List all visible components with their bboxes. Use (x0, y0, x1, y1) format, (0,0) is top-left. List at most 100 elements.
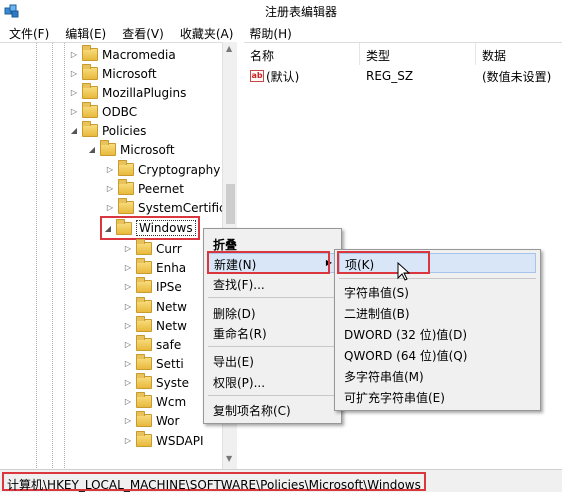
menu-view[interactable]: 查看(V) (113, 22, 171, 42)
folder-icon (136, 354, 152, 370)
menu-separator (208, 346, 337, 347)
scroll-up-icon[interactable]: ▲ (226, 44, 232, 53)
expand-arrow-icon[interactable]: ▷ (122, 378, 134, 387)
expand-arrow-icon[interactable]: ▷ (122, 302, 134, 311)
tree-item-ipsec[interactable]: ▷ IPSe (122, 277, 182, 296)
tree-item-label: WSDAPI (156, 433, 204, 448)
expand-arrow-icon[interactable]: ▷ (122, 436, 134, 445)
tree-item-label: Netw (156, 299, 187, 314)
expand-arrow-icon[interactable]: ▷ (104, 203, 116, 212)
expand-arrow-icon[interactable]: ▷ (122, 359, 134, 368)
tree-item-mozillaplugins[interactable]: ▷ MozillaPlugins (68, 83, 186, 102)
menu-favorites[interactable]: 收藏夹(A) (171, 22, 241, 42)
column-data[interactable]: 数据 (476, 43, 562, 65)
tree-item-label: Windows (136, 220, 196, 236)
menu-item-export[interactable]: 导出(E) (208, 351, 337, 371)
tree-item-cryptography[interactable]: ▷ Cryptography (104, 160, 220, 179)
tree-item-system[interactable]: ▷ Syste (122, 373, 189, 392)
collapse-arrow-icon[interactable]: ◢ (86, 145, 98, 154)
column-type[interactable]: 类型 (360, 43, 476, 65)
tree-item-label: Syste (156, 375, 190, 390)
scrollbar-thumb[interactable] (226, 184, 235, 224)
menu-item-label: 新建(N) (214, 258, 257, 272)
tree-item-currentversion[interactable]: ▷ Curr (122, 239, 182, 258)
menu-item-find[interactable]: 查找(F)... (208, 274, 337, 294)
expand-arrow-icon[interactable]: ▷ (122, 416, 134, 425)
expand-arrow-icon[interactable]: ▷ (122, 397, 134, 406)
title-bar: 注册表编辑器 (0, 0, 562, 22)
tree-guide-line (64, 43, 65, 469)
expand-arrow-icon[interactable]: ▷ (122, 321, 134, 330)
tree-item-systemcertificates[interactable]: ▷ SystemCertifica (104, 198, 233, 217)
tree-guide-line (36, 43, 37, 469)
menu-item-delete[interactable]: 删除(D) (208, 303, 337, 323)
expand-arrow-icon[interactable]: ▷ (122, 282, 134, 291)
collapse-arrow-icon[interactable]: ◢ (102, 224, 114, 233)
expand-arrow-icon[interactable]: ▷ (122, 340, 134, 349)
menu-item-new[interactable]: 新建(N) ▶ (208, 253, 337, 273)
expand-arrow-icon[interactable]: ▷ (104, 184, 116, 193)
menu-separator (208, 297, 337, 298)
menu-item-binary-value[interactable]: 二进制值(B) (339, 303, 536, 323)
expand-arrow-icon[interactable]: ▷ (104, 165, 116, 174)
menu-help[interactable]: 帮助(H) (240, 22, 298, 42)
value-name: (默认) (266, 69, 300, 84)
collapse-arrow-icon[interactable]: ◢ (68, 126, 80, 135)
tree-item-network-1[interactable]: ▷ Netw (122, 297, 187, 316)
tree-item-microsoft[interactable]: ▷ Microsoft (68, 64, 157, 83)
tree-item-label: Microsoft (120, 142, 175, 157)
menu-item-multi-string-value[interactable]: 多字符串值(M) (339, 366, 536, 386)
value-type: REG_SZ (366, 69, 414, 83)
list-item[interactable]: ab (默认) REG_SZ (数值未设置) (244, 67, 551, 85)
tree-item-settings[interactable]: ▷ Setti (122, 354, 184, 373)
menu-item-permissions[interactable]: 权限(P)... (208, 372, 337, 392)
tree-item-label: IPSe (156, 279, 182, 294)
expand-arrow-icon[interactable]: ▷ (68, 69, 80, 78)
tree-item-label: Enha (156, 260, 187, 275)
tree-item-wsdapi[interactable]: ▷ WSDAPI (122, 431, 204, 450)
tree-item-safer[interactable]: ▷ safe (122, 335, 181, 354)
tree-item-policies-microsoft[interactable]: ◢ Microsoft (86, 140, 175, 159)
context-menu: 折叠 新建(N) ▶ 查找(F)... 删除(D) 重命名(R) 导出(E) 权… (203, 228, 342, 424)
expand-arrow-icon[interactable]: ▷ (122, 244, 134, 253)
menu-file[interactable]: 文件(F) (0, 22, 56, 42)
tree-item-label: safe (156, 337, 182, 352)
menu-edit[interactable]: 编辑(E) (56, 22, 113, 42)
submenu-arrow-icon: ▶ (325, 258, 332, 267)
expand-arrow-icon[interactable]: ▷ (68, 50, 80, 59)
tree-item-workplace[interactable]: ▷ Wor (122, 411, 179, 430)
expand-arrow-icon[interactable]: ▷ (68, 88, 80, 97)
menu-item-key[interactable]: 项(K) (339, 253, 536, 273)
list-header: 名称 类型 数据 (244, 43, 562, 65)
menu-item-string-value[interactable]: 字符串值(S) (339, 282, 536, 302)
folder-open-icon (100, 140, 116, 156)
tree-item-policies[interactable]: ◢ Policies (68, 121, 146, 140)
mouse-cursor-icon (397, 262, 411, 281)
expand-arrow-icon[interactable]: ▷ (68, 107, 80, 116)
tree-item-network-2[interactable]: ▷ Netw (122, 316, 187, 335)
menu-item-dword-value[interactable]: DWORD (32 位)值(D) (339, 324, 536, 344)
menu-item-rename[interactable]: 重命名(R) (208, 323, 337, 343)
expand-arrow-icon[interactable]: ▷ (122, 263, 134, 272)
registry-tree[interactable]: ▷ Macromedia ▷ Microsoft ▷ MozillaPlugins ▷… (0, 42, 237, 469)
menu-bar: 文件(F) 编辑(E) 查看(V) 收藏夹(A) 帮助(H) (0, 22, 562, 42)
folder-icon (136, 297, 152, 313)
tree-item-windows[interactable]: ◢ Windows (100, 216, 200, 240)
tree-item-enhanced[interactable]: ▷ Enha (122, 258, 186, 277)
status-bar: 计算机\HKEY_LOCAL_MACHINE\SOFTWARE\Policies… (0, 469, 562, 492)
tree-item-odbc[interactable]: ▷ ODBC (68, 102, 137, 121)
menu-item-collapse[interactable]: 折叠 (208, 234, 337, 254)
menu-item-copy-key-name[interactable]: 复制项名称(C) (208, 400, 337, 420)
column-name[interactable]: 名称 (244, 43, 360, 65)
folder-open-icon (82, 121, 98, 137)
folder-icon (136, 258, 152, 274)
tree-item-wcm[interactable]: ▷ Wcm (122, 392, 186, 411)
scroll-down-icon[interactable]: ▼ (226, 454, 232, 463)
folder-icon (82, 64, 98, 80)
menu-item-qword-value[interactable]: QWORD (64 位)值(Q) (339, 345, 536, 365)
folder-icon (136, 431, 152, 447)
tree-item-label: Curr (156, 241, 182, 256)
tree-item-peernet[interactable]: ▷ Peernet (104, 179, 184, 198)
tree-item-macromedia[interactable]: ▷ Macromedia (68, 45, 176, 64)
menu-item-expandable-string-value[interactable]: 可扩充字符串值(E) (339, 387, 536, 407)
